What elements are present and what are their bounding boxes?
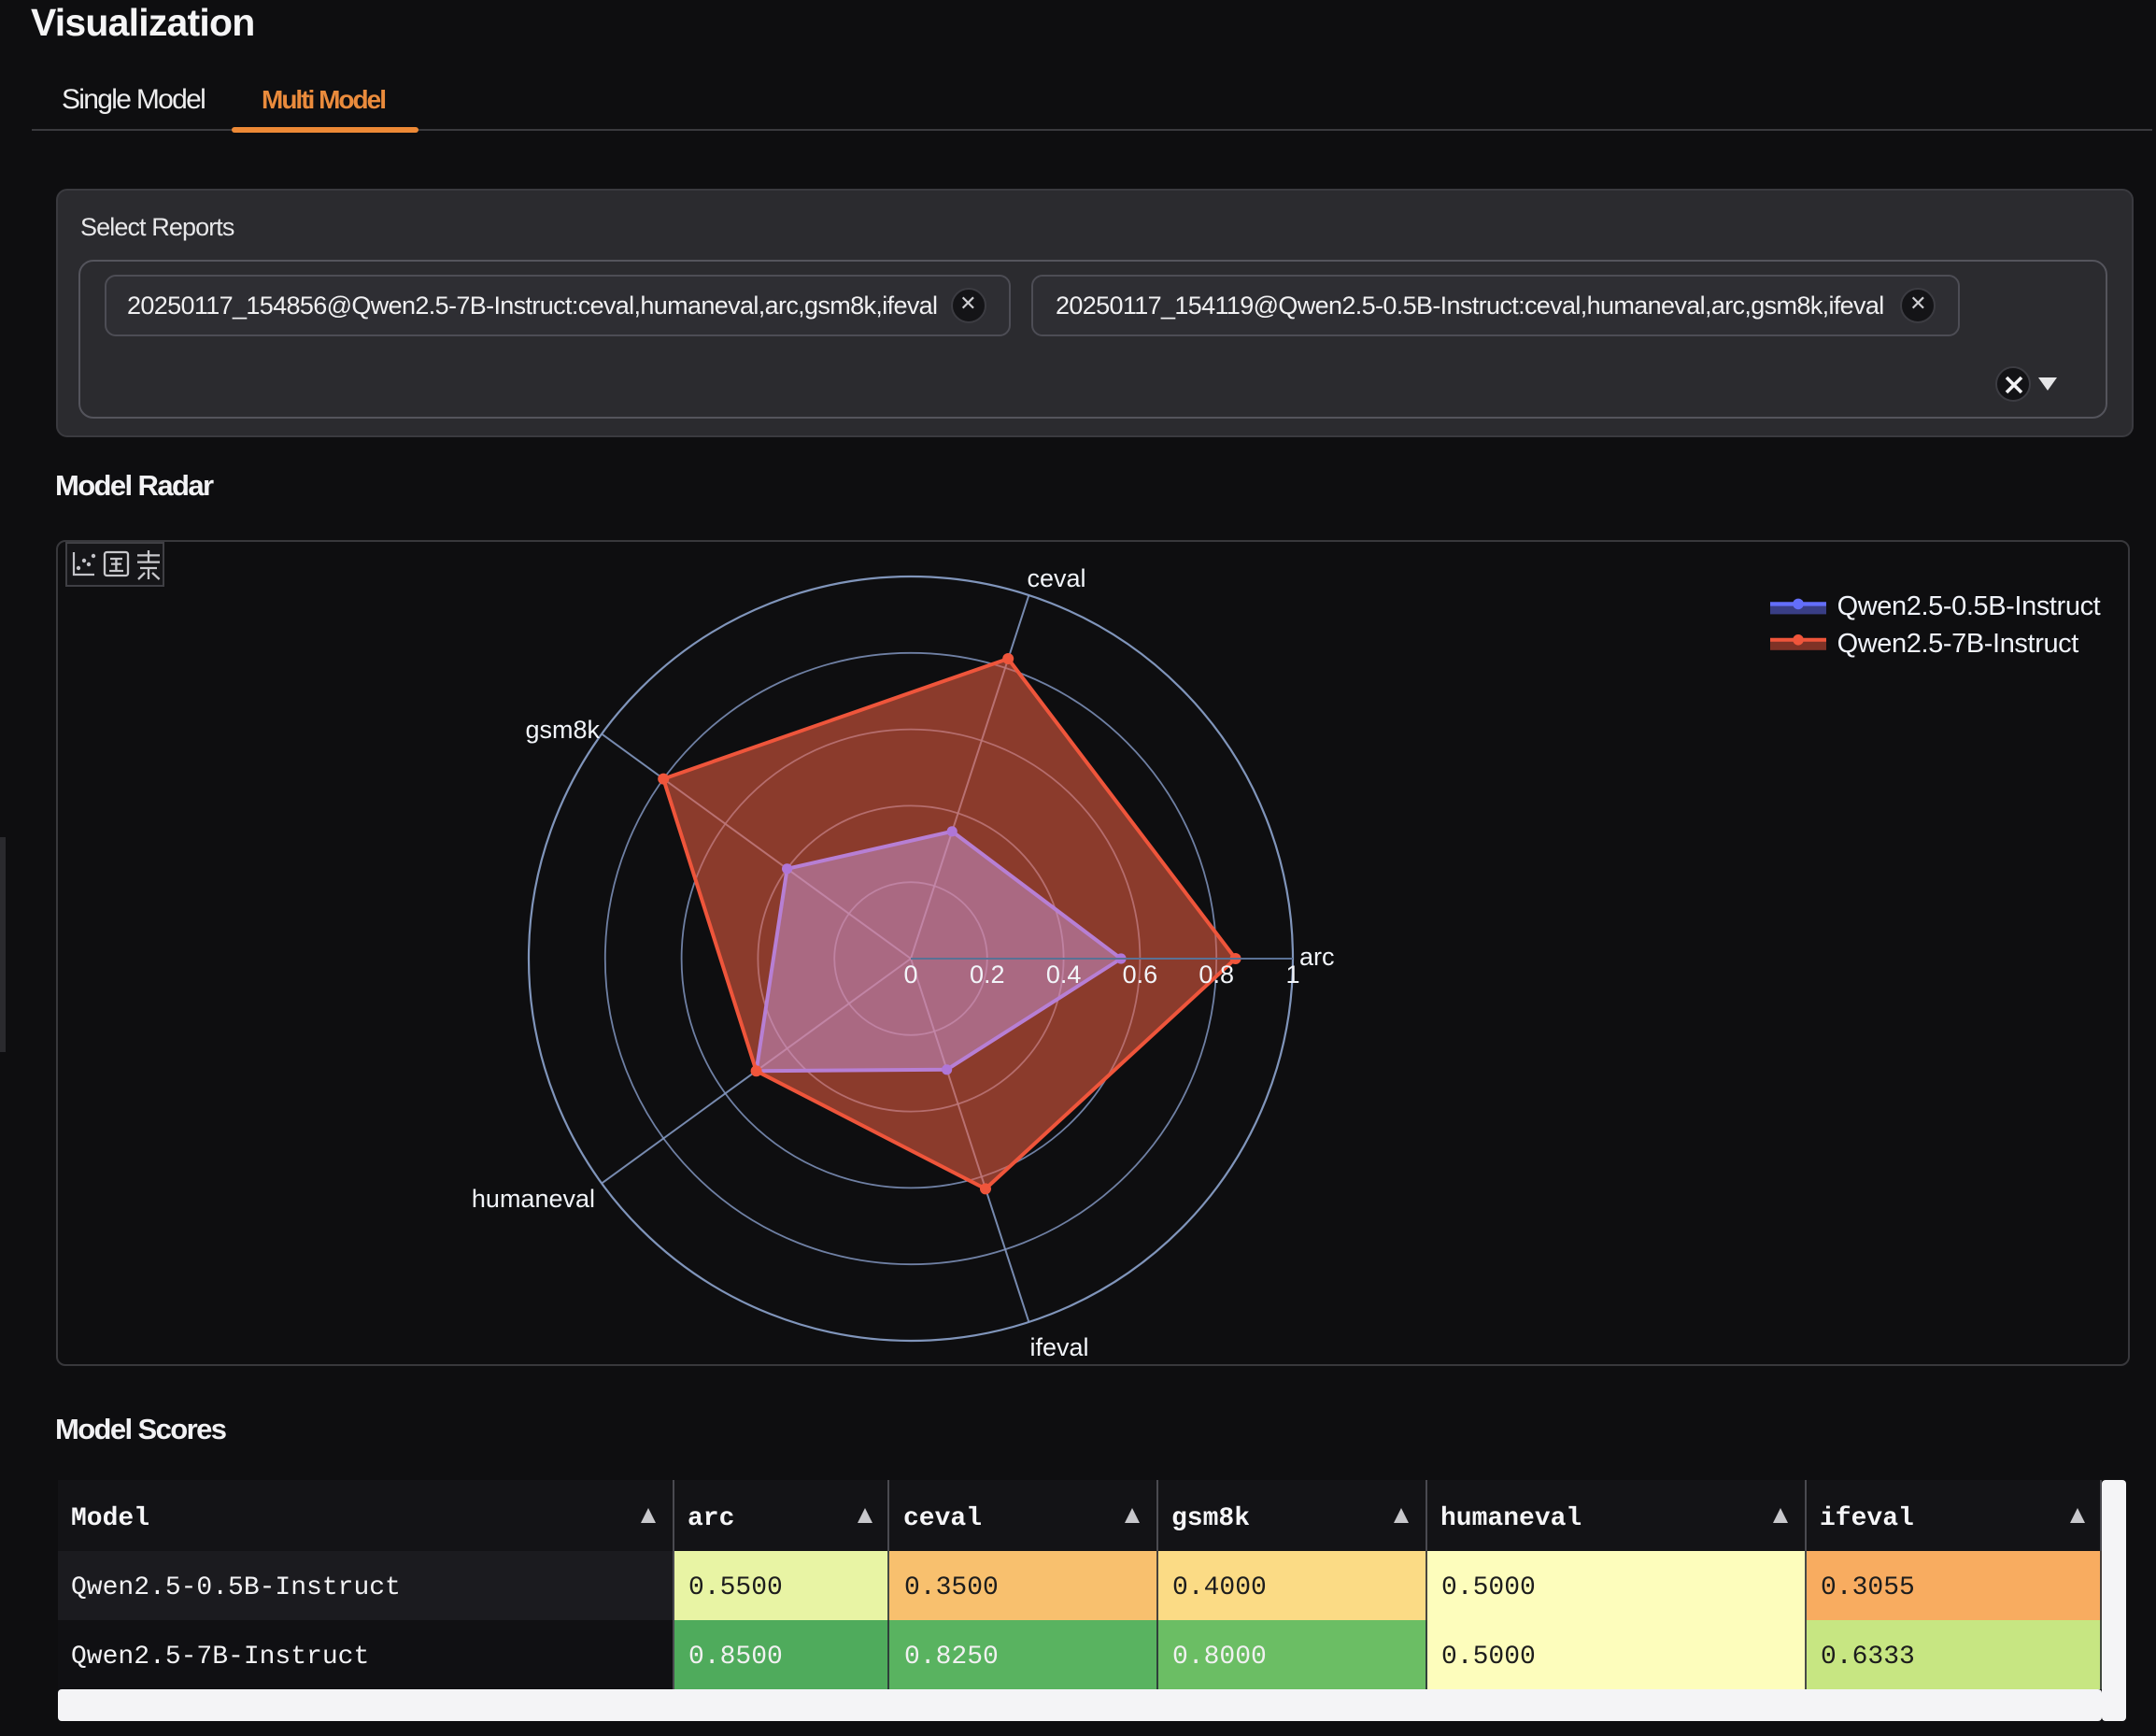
svg-text:Qwen2.5-7B-Instruct: Qwen2.5-7B-Instruct: [1837, 628, 2078, 658]
svg-text:0.8: 0.8: [1198, 960, 1233, 988]
svg-text:ceval: ceval: [1026, 563, 1085, 591]
svg-text:0.4: 0.4: [1045, 960, 1081, 988]
svg-text:ifeval: ifeval: [1028, 1332, 1087, 1360]
svg-text:Qwen2.5-0.5B-Instruct: Qwen2.5-0.5B-Instruct: [1837, 591, 2100, 620]
svg-text:gsm8k: gsm8k: [524, 715, 599, 743]
svg-text:1: 1: [1284, 960, 1298, 988]
svg-text:humaneval: humaneval: [471, 1184, 594, 1212]
svg-text:0.2: 0.2: [969, 960, 1004, 988]
svg-text:0.6: 0.6: [1122, 960, 1157, 988]
svg-text:0: 0: [902, 960, 916, 988]
svg-text:arc: arc: [1298, 942, 1334, 970]
